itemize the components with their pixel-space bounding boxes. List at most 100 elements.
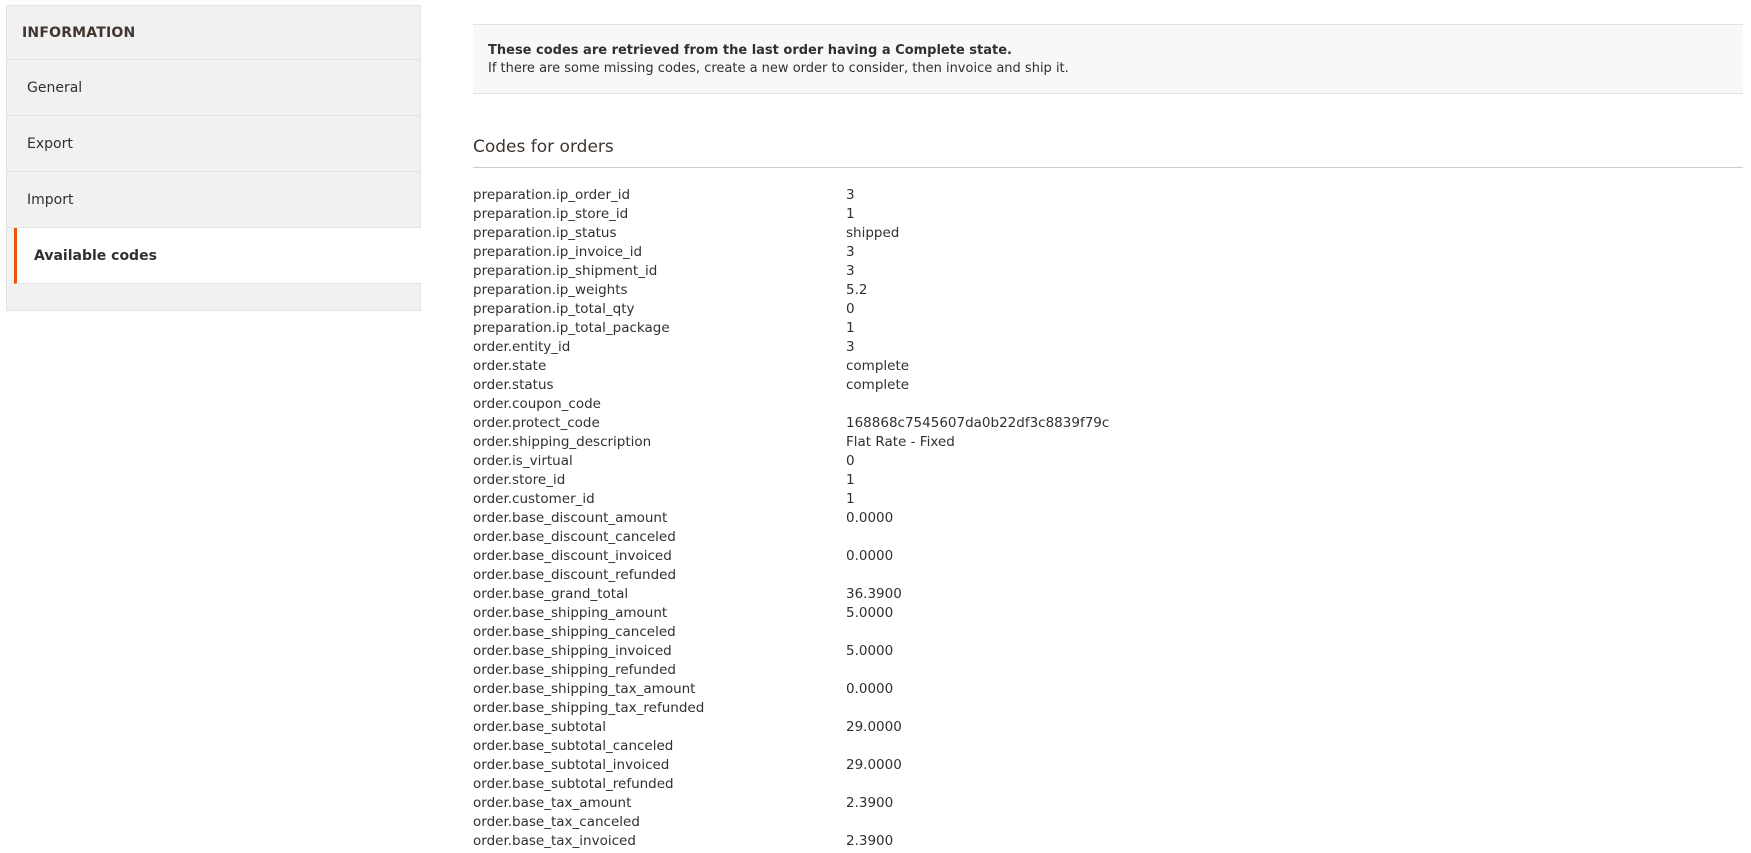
code-key: order.base_subtotal_refunded	[473, 776, 674, 792]
code-key: preparation.ip_shipment_id	[473, 263, 658, 279]
code-value: 5.0000	[846, 643, 894, 659]
code-key: order.coupon_code	[473, 396, 601, 412]
code-key: order.entity_id	[473, 339, 571, 355]
code-value: 0.0000	[846, 510, 894, 526]
sidebar-item-export[interactable]: Export	[7, 116, 420, 172]
code-key: order.base_tax_canceled	[473, 814, 640, 830]
code-row: order.base_discount_amount 0.0000	[473, 509, 1743, 528]
code-row: order.base_subtotal 29.0000	[473, 718, 1743, 737]
sidebar-item-label: Import	[27, 191, 74, 208]
code-row: preparation.ip_invoice_id 3	[473, 243, 1743, 262]
code-key: order.base_shipping_invoiced	[473, 643, 672, 659]
code-key: order.base_tax_amount	[473, 795, 632, 811]
code-row: preparation.ip_total_package 1	[473, 319, 1743, 338]
code-row: order.customer_id 1	[473, 490, 1743, 509]
code-value: 3	[846, 263, 855, 279]
codes-list: preparation.ip_order_id 3 preparation.ip_s…	[473, 186, 1743, 851]
code-value: 2.3900	[846, 833, 894, 849]
code-value: 0.0000	[846, 548, 894, 564]
page: INFORMATION General Export Import Availa…	[0, 0, 1751, 853]
code-value: 168868c7545607da0b22df3c8839f79c	[846, 415, 1110, 431]
code-value: 5.2	[846, 282, 868, 298]
code-row: preparation.ip_weights 5.2	[473, 281, 1743, 300]
code-key: preparation.ip_weights	[473, 282, 628, 298]
code-row: preparation.ip_order_id 3	[473, 186, 1743, 205]
code-key: order.base_shipping_canceled	[473, 624, 676, 640]
code-row: order.base_subtotal_canceled	[473, 737, 1743, 756]
code-key: order.base_subtotal	[473, 719, 607, 735]
code-value: 29.0000	[846, 719, 902, 735]
info-notice: These codes are retrieved from the last …	[473, 24, 1743, 94]
sidebar-item-available-codes[interactable]: Available codes	[14, 228, 422, 284]
code-row: order.base_shipping_refunded	[473, 661, 1743, 680]
code-key: order.base_shipping_tax_refunded	[473, 700, 705, 716]
code-value: shipped	[846, 225, 900, 241]
code-key: order.base_discount_refunded	[473, 567, 677, 583]
sidebar: INFORMATION General Export Import Availa…	[6, 5, 422, 311]
code-key: preparation.ip_invoice_id	[473, 244, 643, 260]
code-value: Flat Rate - Fixed	[846, 434, 955, 450]
code-row: order.base_shipping_invoiced 5.0000	[473, 642, 1743, 661]
code-key: order.store_id	[473, 472, 566, 488]
code-row: order.base_tax_invoiced 2.3900	[473, 832, 1743, 851]
code-key: order.state	[473, 358, 547, 374]
sidebar-item-label: Available codes	[34, 247, 157, 264]
code-value: 1	[846, 472, 855, 488]
code-row: order.base_discount_invoiced 0.0000	[473, 547, 1743, 566]
code-row: order.entity_id 3	[473, 338, 1743, 357]
code-row: order.base_shipping_amount 5.0000	[473, 604, 1743, 623]
code-row: order.base_subtotal_invoiced 29.0000	[473, 756, 1743, 775]
code-row: order.base_tax_canceled	[473, 813, 1743, 832]
code-key: order.base_discount_invoiced	[473, 548, 672, 564]
code-row: order.protect_code 168868c7545607da0b22df…	[473, 414, 1743, 433]
code-row: order.store_id 1	[473, 471, 1743, 490]
code-key: order.base_discount_canceled	[473, 529, 676, 545]
code-value: 3	[846, 339, 855, 355]
code-row: preparation.ip_status shipped	[473, 224, 1743, 243]
code-row: preparation.ip_store_id 1	[473, 205, 1743, 224]
code-value: 2.3900	[846, 795, 894, 811]
code-key: order.base_shipping_refunded	[473, 662, 676, 678]
code-row: order.base_discount_canceled	[473, 528, 1743, 547]
sidebar-header: INFORMATION	[7, 6, 420, 60]
code-row: order.base_subtotal_refunded	[473, 775, 1743, 794]
code-row: order.is_virtual 0	[473, 452, 1743, 471]
code-value: 1	[846, 206, 855, 222]
code-key: preparation.ip_total_package	[473, 320, 670, 336]
code-key: order.base_shipping_amount	[473, 605, 668, 621]
code-value: 0	[846, 453, 855, 469]
code-value: 3	[846, 187, 855, 203]
code-row: order.base_shipping_tax_amount 0.0000	[473, 680, 1743, 699]
code-value: complete	[846, 358, 910, 374]
code-key: order.is_virtual	[473, 453, 573, 469]
sidebar-item-label: General	[27, 79, 83, 96]
section-title: Codes for orders	[473, 137, 1743, 168]
code-row: preparation.ip_shipment_id 3	[473, 262, 1743, 281]
code-value: complete	[846, 377, 910, 393]
code-row: order.base_discount_refunded	[473, 566, 1743, 585]
code-key: order.base_subtotal_invoiced	[473, 757, 670, 773]
sidebar-item-label: Export	[27, 135, 73, 152]
code-row: order.base_shipping_canceled	[473, 623, 1743, 642]
code-key: order.protect_code	[473, 415, 600, 431]
code-value: 1	[846, 320, 855, 336]
code-value: 36.3900	[846, 586, 902, 602]
code-key: order.base_subtotal_canceled	[473, 738, 674, 754]
code-row: order.coupon_code	[473, 395, 1743, 414]
code-row: order.state complete	[473, 357, 1743, 376]
main-content: These codes are retrieved from the last …	[473, 24, 1743, 851]
code-value: 3	[846, 244, 855, 260]
code-row: preparation.ip_total_qty 0	[473, 300, 1743, 319]
code-key: order.base_shipping_tax_amount	[473, 681, 696, 697]
sidebar-item-import[interactable]: Import	[7, 172, 420, 228]
code-key: order.base_discount_amount	[473, 510, 668, 526]
notice-heading: These codes are retrieved from the last …	[488, 43, 1012, 58]
notice-text: If there are some missing codes, create …	[488, 61, 1069, 76]
code-row: order.base_shipping_tax_refunded	[473, 699, 1743, 718]
code-row: order.base_grand_total 36.3900	[473, 585, 1743, 604]
code-value: 1	[846, 491, 855, 507]
code-key: order.status	[473, 377, 554, 393]
code-key: preparation.ip_status	[473, 225, 617, 241]
sidebar-item-general[interactable]: General	[7, 60, 420, 116]
code-key: order.base_tax_invoiced	[473, 833, 636, 849]
